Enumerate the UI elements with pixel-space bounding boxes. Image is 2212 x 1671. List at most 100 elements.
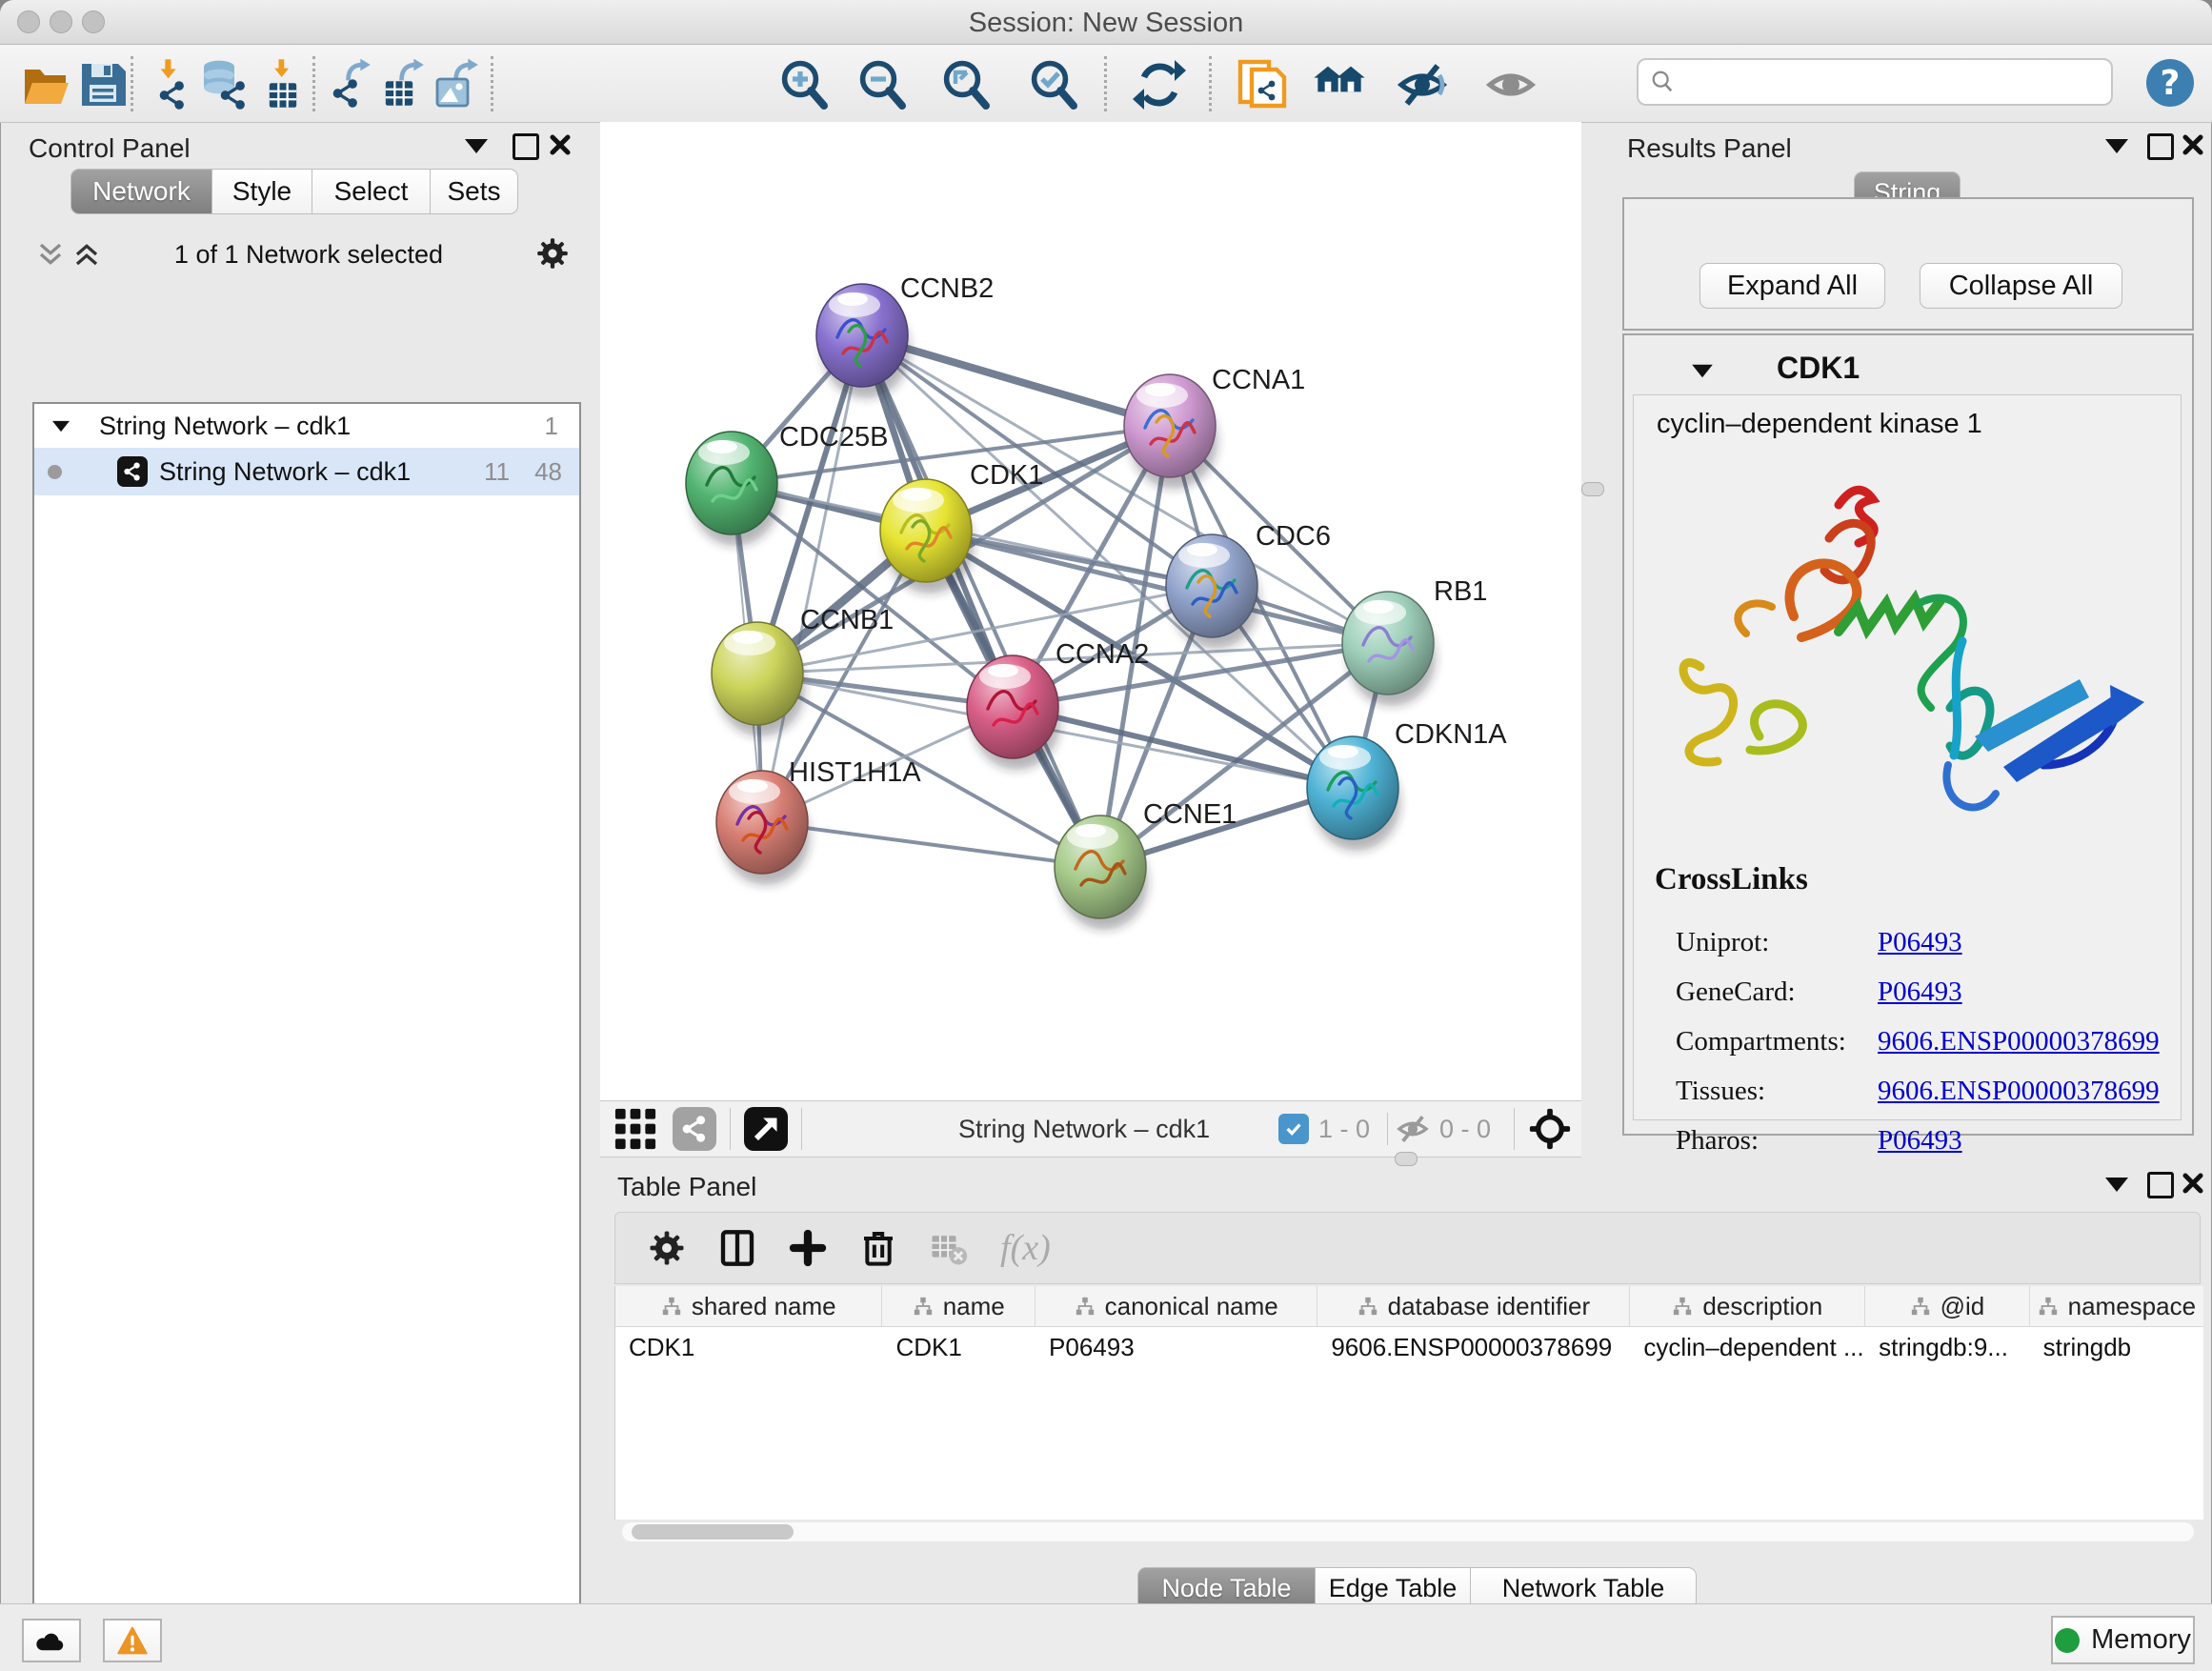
selected-checkbox[interactable]	[1278, 1114, 1309, 1144]
panel-float-icon[interactable]	[513, 133, 539, 160]
network-row-selected[interactable]: String Network – cdk1 11 48	[34, 448, 579, 495]
tab-sets[interactable]: Sets	[430, 169, 518, 214]
column-header[interactable]: @id	[1865, 1286, 2029, 1326]
help-icon[interactable]: ?	[2143, 56, 2197, 110]
table-settings-gear-icon[interactable]	[648, 1229, 686, 1267]
network-edge-count: 48	[534, 457, 562, 487]
node-label-ccna1: CCNA1	[1212, 365, 1305, 395]
cell-namespace[interactable]: stringdb	[2030, 1327, 2203, 1367]
open-file-icon[interactable]	[19, 58, 72, 111]
panel-close-icon[interactable]	[549, 133, 572, 156]
search-input[interactable]	[1684, 67, 2111, 98]
cell-canonical-name[interactable]: P06493	[1036, 1327, 1317, 1367]
cell-description[interactable]: cyclin–dependent ...	[1630, 1327, 1865, 1367]
collection-label: String Network – cdk1	[99, 412, 351, 441]
zoom-fit-icon[interactable]	[939, 58, 993, 111]
network-collection-row[interactable]: String Network – cdk1 1	[34, 404, 579, 448]
birdseye-view-icon[interactable]	[744, 1107, 788, 1151]
column-header[interactable]: namespace	[2030, 1286, 2203, 1326]
expand-all-icon[interactable]	[72, 240, 101, 269]
network-canvas[interactable]: CCNB2CCNA1CDC25BCDK1CDC6RB1CCNB1CCNA2CDK…	[600, 122, 1581, 1100]
node-label-hist1h1a: HIST1H1A	[789, 757, 921, 788]
collapse-all-icon[interactable]	[36, 240, 65, 269]
panel-menu-icon[interactable]	[465, 139, 488, 153]
node-label-ccnb1: CCNB1	[800, 605, 894, 635]
network-options-gear-icon[interactable]	[535, 236, 570, 271]
toolbar-separator	[801, 1108, 802, 1150]
crosslink-link[interactable]: 9606.ENSP00000378699	[1878, 1026, 2160, 1057]
table-row[interactable]: CDK1 CDK1 P06493 9606.ENSP00000378699 cy…	[615, 1327, 2203, 1367]
table-horizontal-scrollbar[interactable]	[622, 1522, 2194, 1541]
network-label: String Network – cdk1	[159, 457, 411, 487]
import-network-file-icon[interactable]	[145, 58, 198, 111]
panel-menu-icon[interactable]	[2105, 139, 2128, 153]
main-toolbar: ?	[0, 45, 2212, 123]
tab-select[interactable]: Select	[312, 169, 431, 214]
crosslink-link[interactable]: 9606.ENSP00000378699	[1878, 1076, 2160, 1107]
duplicate-network-icon[interactable]	[1237, 58, 1290, 111]
column-header[interactable]: name	[882, 1286, 1036, 1326]
refresh-icon[interactable]	[1133, 58, 1186, 111]
zoom-selected-icon[interactable]	[1027, 58, 1080, 111]
app-window: Session: New Session	[0, 0, 2212, 1671]
crosslinks-list: Uniprot: P06493 GeneCard: P06493 Compart…	[1676, 917, 2171, 1165]
crosshair-icon[interactable]	[1528, 1107, 1572, 1151]
import-network-database-icon[interactable]	[198, 58, 251, 111]
tab-network[interactable]: Network	[70, 169, 212, 214]
separator	[1387, 1113, 1388, 1145]
cell-database-identifier[interactable]: 9606.ENSP00000378699	[1317, 1327, 1630, 1367]
network-view-title: String Network – cdk1	[958, 1115, 1210, 1144]
panel-close-icon[interactable]	[2182, 1172, 2204, 1195]
import-table-icon[interactable]	[255, 58, 309, 111]
memory-button[interactable]: Memory	[2051, 1616, 2195, 1664]
column-header[interactable]: database identifier	[1317, 1286, 1630, 1326]
network-selection-status: 1 of 1 Network selected	[118, 240, 499, 270]
crosslink-row: Uniprot: P06493	[1676, 917, 2171, 967]
panel-float-icon[interactable]	[2147, 1172, 2174, 1198]
show-all-icon[interactable]	[1484, 58, 1538, 111]
node-label-cdkn1a: CDKN1A	[1395, 719, 1507, 750]
section-collapse-icon[interactable]	[1692, 365, 1713, 378]
export-table-icon[interactable]	[379, 58, 432, 111]
first-neighbors-icon[interactable]	[1313, 58, 1366, 111]
warnings-button[interactable]	[103, 1619, 162, 1662]
crosslink-link[interactable]: P06493	[1878, 976, 1962, 1008]
zoom-out-icon[interactable]	[855, 58, 909, 111]
cell-name[interactable]: CDK1	[882, 1327, 1036, 1367]
cell-id[interactable]: stringdb:9...	[1865, 1327, 2029, 1367]
network-overview-icon[interactable]	[673, 1107, 716, 1151]
export-image-icon[interactable]	[433, 58, 487, 111]
protein-structure-image[interactable]	[1634, 453, 2181, 834]
crosslink-link[interactable]: P06493	[1878, 927, 1962, 958]
columns-icon[interactable]	[718, 1229, 756, 1267]
panel-menu-icon[interactable]	[2105, 1178, 2128, 1192]
protein-details-box: cyclin–dependent kinase 1	[1633, 394, 2182, 1120]
add-column-icon[interactable]	[789, 1229, 827, 1267]
node-label-ccne1: CCNE1	[1143, 799, 1237, 830]
expand-all-button[interactable]: Expand All	[1699, 263, 1885, 309]
crosslink-link[interactable]: P06493	[1878, 1125, 1962, 1157]
column-header[interactable]: shared name	[615, 1286, 882, 1326]
cloud-button[interactable]	[22, 1619, 81, 1662]
column-header[interactable]: description	[1630, 1286, 1865, 1326]
cell-shared-name[interactable]: CDK1	[615, 1327, 882, 1367]
network-node-count: 11	[484, 457, 510, 487]
scrollbar-thumb[interactable]	[632, 1524, 794, 1540]
grid-view-icon[interactable]	[613, 1107, 657, 1151]
panel-close-icon[interactable]	[2182, 133, 2204, 156]
protein-section: CDK1 cyclin–dependent kinase 1	[1622, 333, 2194, 1136]
collapse-all-button[interactable]: Collapse All	[1920, 263, 2122, 309]
tab-style[interactable]: Style	[211, 169, 312, 214]
column-header[interactable]: canonical name	[1036, 1286, 1317, 1326]
hide-selected-icon[interactable]	[1396, 58, 1449, 111]
status-bar: Memory	[0, 1603, 2212, 1671]
svg-text:?: ?	[2161, 64, 2181, 103]
delete-column-icon[interactable]	[859, 1229, 897, 1267]
zoom-in-icon[interactable]	[777, 58, 831, 111]
panel-float-icon[interactable]	[2147, 133, 2174, 160]
export-network-icon[interactable]	[326, 58, 379, 111]
vertical-splitter-handle[interactable]	[1581, 482, 1604, 496]
tree-expander-icon[interactable]	[52, 420, 70, 431]
crosslink-row: Tissues: 9606.ENSP00000378699	[1676, 1066, 2171, 1116]
save-session-icon[interactable]	[76, 58, 130, 111]
